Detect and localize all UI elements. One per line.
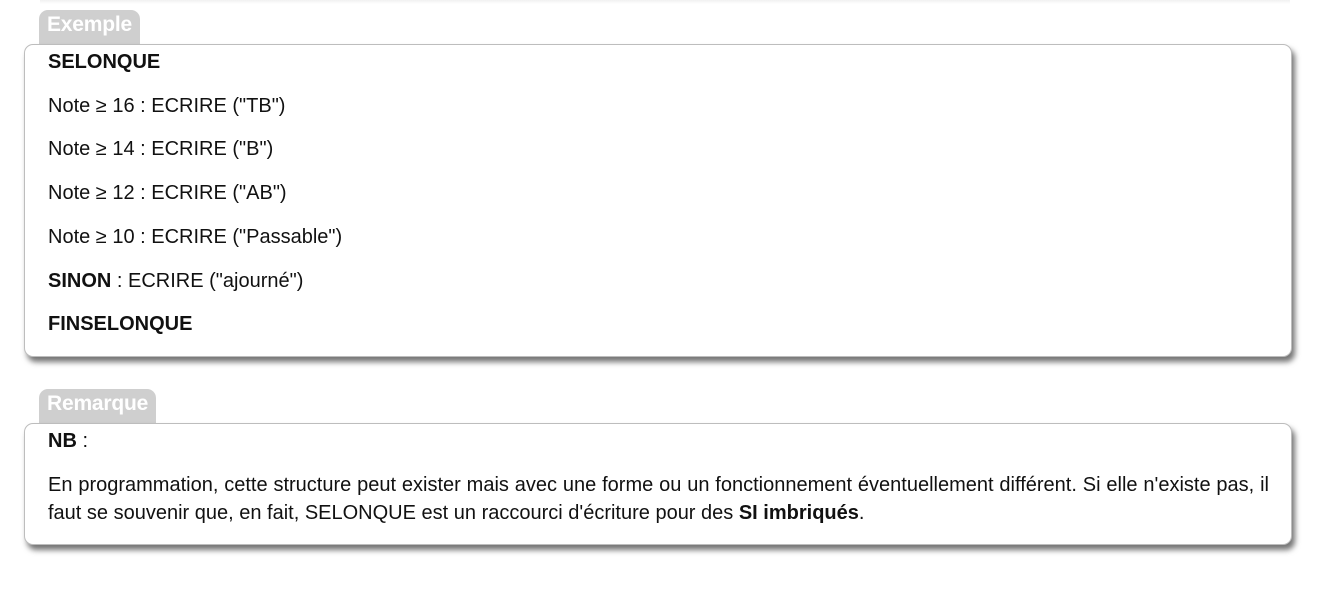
paragraph-text: En programmation, cette structure peut e…	[48, 474, 1269, 524]
selonque-keyword: SELONQUE	[48, 51, 161, 73]
case-note-10: Note ≥ 10 : ECRIRE ("Passable")	[48, 226, 343, 248]
case-note-12: Note ≥ 12 : ECRIRE ("AB")	[48, 182, 287, 204]
exemple-tab-label: Exemple	[39, 10, 140, 44]
nb-line: NB :	[48, 428, 88, 454]
remarque-box: NB : En programmation, cette structure p…	[24, 423, 1292, 545]
paragraph-bold-term: SI imbriqués	[738, 502, 859, 524]
nb-colon: :	[76, 430, 89, 452]
top-divider	[40, 0, 1290, 4]
sinon-action: : ECRIRE ("ajourné")	[111, 270, 304, 292]
case-note-14: Note ≥ 14 : ECRIRE ("B")	[48, 138, 274, 160]
nb-label: NB	[48, 430, 77, 452]
case-note-16: Note ≥ 16 : ECRIRE ("TB")	[48, 95, 286, 117]
sinon-keyword: SINON	[48, 270, 112, 292]
exemple-box: SELONQUE Note ≥ 16 : ECRIRE ("TB") Note …	[24, 44, 1292, 357]
paragraph-end: .	[858, 502, 865, 524]
remarque-tab-label: Remarque	[39, 389, 157, 423]
sinon-line: SINON : ECRIRE ("ajourné")	[48, 268, 303, 294]
remarque-paragraph: En programmation, cette structure peut e…	[48, 471, 1269, 527]
finselonque-keyword: FINSELONQUE	[48, 313, 193, 335]
